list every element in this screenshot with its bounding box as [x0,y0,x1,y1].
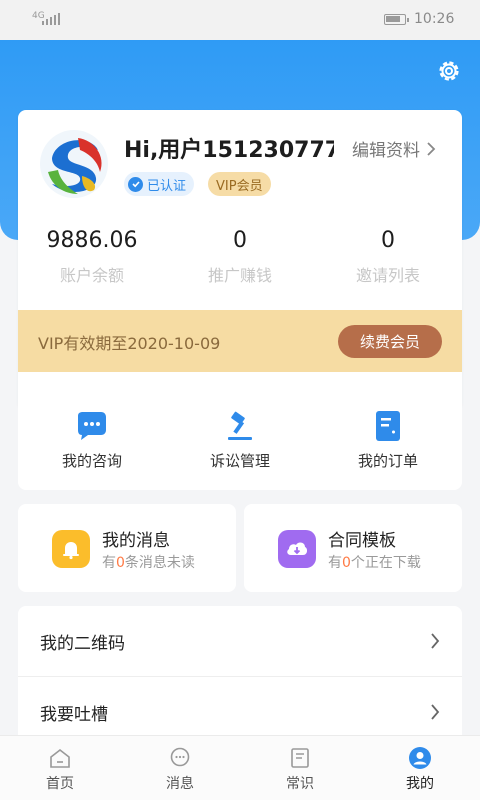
chevron-right-icon [431,633,440,649]
list-item-label: 我要吐槽 [40,705,108,725]
tab-knowledge[interactable]: 常识 [240,736,360,800]
list-item-label: 我的二维码 [40,634,125,654]
renew-vip-button[interactable]: 续费会员 [338,325,442,358]
stat-invites[interactable]: 0 邀请列表 [314,228,462,286]
stat-balance[interactable]: 9886.06 账户余额 [18,228,166,286]
tile-subtitle: 有0条消息未读 [102,555,195,571]
bell-icon [52,530,90,568]
service-label: 我的咨询 [61,452,122,470]
stat-label: 邀请列表 [355,266,420,285]
vip-expiry-text: VIP有效期至2020-10-09 [38,334,221,353]
chat-bubble-icon [74,408,110,444]
stats-row: 9886.06 账户余额 0 推广赚钱 0 邀请列表 [18,228,462,286]
status-time: 10:26 [414,11,455,27]
settings-gear-icon[interactable] [436,58,462,84]
avatar[interactable] [38,128,110,200]
vip-bar: VIP有效期至2020-10-09 续费会员 [18,310,462,372]
battery-icon [384,14,409,25]
tab-label: 我的 [406,776,434,792]
tab-home[interactable]: 首页 [0,736,120,800]
stat-label: 推广赚钱 [207,266,272,285]
bottom-tab-bar: 首页 消息 常识 我的 [0,735,480,800]
profile-card: Hi,用户15123077777 编辑资料 已认证 VIP会员 9886.06 … [18,110,462,410]
gavel-icon [222,408,258,444]
messages-tile[interactable]: 我的消息 有0条消息未读 [18,504,236,592]
tab-label: 常识 [286,776,314,792]
chevron-right-icon [427,141,436,156]
signal-icon [42,13,60,25]
home-icon [48,746,72,770]
verified-badge: 已认证 [124,172,195,196]
stat-promotion[interactable]: 0 推广赚钱 [166,228,314,286]
stat-label: 账户余额 [59,266,124,285]
tab-messages[interactable]: 消息 [120,736,240,800]
knowledge-icon [288,746,312,770]
chevron-right-icon [431,704,440,720]
verified-label: 已认证 [147,178,187,194]
stat-value: 0 [233,228,247,253]
settings-list: 我的二维码 我要吐槽 [18,606,462,746]
service-litigation[interactable]: 诉讼管理 [166,388,314,490]
order-document-icon [370,408,406,444]
service-consultation[interactable]: 我的咨询 [18,388,166,490]
tab-label: 首页 [46,776,74,792]
cloud-download-icon [278,530,316,568]
message-icon [168,746,192,770]
services-panel: 我的咨询 诉讼管理 我的订单 [18,388,462,490]
username: Hi,用户15123077777 [124,138,334,163]
edit-profile-label: 编辑资料 [352,141,420,161]
stat-value: 9886.06 [46,228,138,253]
tab-profile[interactable]: 我的 [360,736,480,800]
download-count: 0 [342,555,351,571]
contract-templates-tile[interactable]: 合同模板 有0个正在下载 [244,504,462,592]
status-bar: 4G 10:26 [0,0,480,40]
service-label: 我的订单 [357,452,418,470]
list-item-qrcode[interactable]: 我的二维码 [18,606,462,676]
check-icon [128,176,143,192]
edit-profile-link[interactable]: 编辑资料 [352,136,436,161]
vip-badge: VIP会员 [208,172,271,196]
service-orders[interactable]: 我的订单 [314,388,462,490]
tab-label: 消息 [166,776,194,792]
stat-value: 0 [381,228,395,253]
tile-title: 合同模板 [328,531,396,551]
tile-subtitle: 有0个正在下载 [328,555,421,571]
service-label: 诉讼管理 [209,452,270,470]
unread-count: 0 [116,555,125,571]
tile-title: 我的消息 [102,531,170,551]
profile-icon [408,746,432,770]
